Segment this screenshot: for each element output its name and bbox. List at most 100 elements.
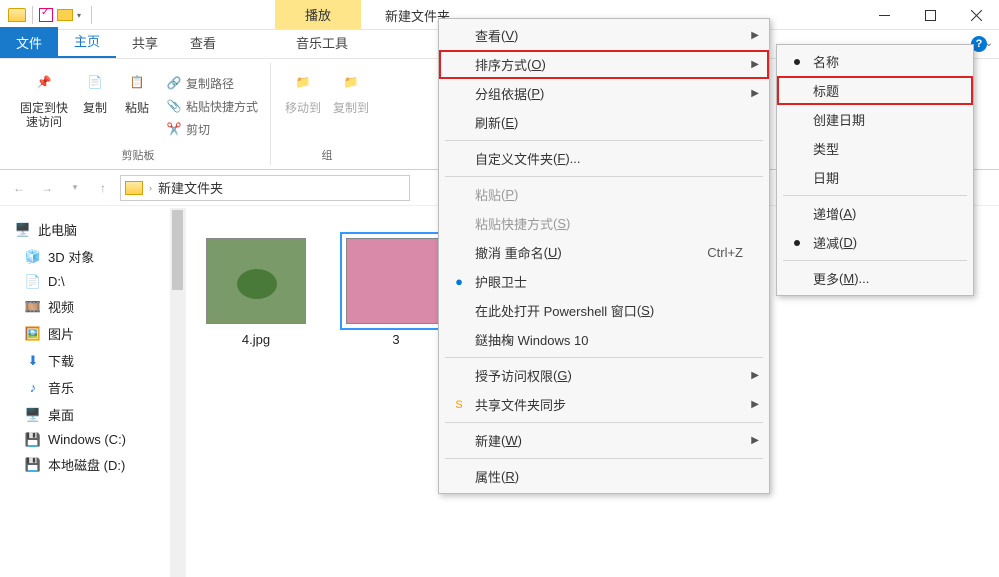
ctx-refresh[interactable]: 刷新(E) (439, 108, 769, 137)
qat-divider2 (91, 6, 92, 24)
paste-button[interactable]: 📋 粘贴 (116, 65, 158, 147)
tree-3d-objects[interactable]: 🧊3D 对象 (4, 243, 166, 270)
context-tab-play[interactable]: 播放 (275, 0, 361, 29)
ctx-undo-rename[interactable]: 撤消 重命名(U)Ctrl+Z (439, 238, 769, 267)
pin-button[interactable]: 📌 固定到快 速访问 (14, 65, 74, 147)
ctx-paste: 粘贴(P) (439, 180, 769, 209)
sidebar-scrollbar[interactable] (170, 208, 186, 577)
ctx-eyeguard[interactable]: ●护眼卫士 (439, 267, 769, 296)
cut-button[interactable]: ✂️剪切 (162, 119, 262, 140)
thumbnail-image (206, 238, 306, 324)
ctx-open-powershell[interactable]: 在此处打开 Powershell 窗口(S) (439, 296, 769, 325)
nav-tree[interactable]: 🖥️ 此电脑 🧊3D 对象 📄D:\ 🎞️视频 🖼️图片 ⬇下载 ♪音乐 🖥️桌… (0, 208, 170, 577)
tree-pictures[interactable]: 🖼️图片 (4, 320, 166, 347)
menu-separator (445, 176, 763, 177)
close-button[interactable] (953, 0, 999, 30)
sort-title[interactable]: 标题 (777, 76, 973, 105)
chevron-right-icon: ▶ (751, 370, 759, 381)
tree-downloads[interactable]: ⬇下载 (4, 347, 166, 374)
tab-home[interactable]: 主页 (58, 25, 116, 58)
sort-date[interactable]: 日期 (777, 163, 973, 192)
copy-icon: 📄 (80, 67, 110, 97)
doc-icon: 📄 (24, 275, 42, 289)
tree-this-pc[interactable]: 🖥️ 此电脑 (4, 216, 166, 243)
address-sep: › (149, 183, 152, 193)
download-icon: ⬇ (24, 354, 42, 368)
chevron-right-icon: ▶ (751, 59, 759, 70)
sort-created[interactable]: 创建日期 (777, 105, 973, 134)
sort-name[interactable]: 名称 (777, 47, 973, 76)
pictures-icon: 🖼️ (24, 327, 42, 341)
new-folder-icon[interactable] (57, 9, 73, 21)
context-submenu-sort: 名称 标题 创建日期 类型 日期 递增(A) 递减(D) 更多(M)... (776, 44, 974, 296)
pin-icon: 📌 (29, 67, 59, 97)
nav-recent-caret[interactable]: ▾ (64, 177, 86, 199)
moveto-button[interactable]: 📁 移动到 (279, 65, 327, 147)
copyto-button[interactable]: 📁 复制到 (327, 65, 375, 147)
maximize-button[interactable] (907, 0, 953, 30)
ctx-grant-access[interactable]: 授予访问权限(G)▶ (439, 361, 769, 390)
tab-share[interactable]: 共享 (116, 27, 174, 58)
ctx-customize-folder[interactable]: 自定义文件夹(F)... (439, 144, 769, 173)
ctx-view[interactable]: 查看(V)▶ (439, 21, 769, 50)
tab-music-tools[interactable]: 音乐工具 (278, 27, 366, 58)
file-name-label: 4.jpg (242, 332, 270, 347)
address-segment[interactable]: 新建文件夹 (158, 178, 223, 197)
file-name-label: 3 (392, 332, 399, 347)
copy-path-button[interactable]: 🔗复制路径 (162, 73, 262, 94)
folder-icon (8, 8, 26, 22)
organize-group-label: 组 (322, 147, 333, 163)
clipboard-group-label: 剪贴板 (122, 147, 155, 163)
file-item[interactable]: 3 (346, 238, 446, 347)
tree-videos[interactable]: 🎞️视频 (4, 293, 166, 320)
ctx-sort-by[interactable]: 排序方式(O)▶ (439, 50, 769, 79)
moveto-icon: 📁 (288, 67, 318, 97)
tree-d-drive[interactable]: 📄D:\ (4, 270, 166, 293)
ctx-windows10[interactable]: 鎹抽椈 Windows 10 (439, 325, 769, 354)
cut-icon: ✂️ (166, 121, 182, 137)
minimize-button[interactable] (861, 0, 907, 30)
menu-separator (783, 195, 967, 196)
music-icon: ♪ (24, 381, 42, 395)
sort-more[interactable]: 更多(M)... (777, 264, 973, 293)
tree-windows-c[interactable]: 💾Windows (C:) (4, 428, 166, 451)
copyto-icon: 📁 (336, 67, 366, 97)
desktop-icon: 🖥️ (24, 408, 42, 422)
address-bar[interactable]: › 新建文件夹 (120, 175, 410, 201)
menu-separator (445, 458, 763, 459)
sort-type[interactable]: 类型 (777, 134, 973, 163)
tree-music[interactable]: ♪音乐 (4, 374, 166, 401)
ctx-properties[interactable]: 属性(R) (439, 462, 769, 491)
ctx-paste-shortcut: 粘贴快捷方式(S) (439, 209, 769, 238)
ctx-new[interactable]: 新建(W)▶ (439, 426, 769, 455)
ctx-share-sync[interactable]: S共享文件夹同步▶ (439, 390, 769, 419)
copy-button[interactable]: 📄 复制 (74, 65, 116, 147)
sync-icon: S (451, 399, 467, 411)
qat-divider (32, 6, 33, 24)
sort-descending[interactable]: 递减(D) (777, 228, 973, 257)
copypath-icon: 🔗 (166, 75, 182, 91)
scrollbar-thumb[interactable] (172, 210, 183, 290)
tree-local-d[interactable]: 💾本地磁盘 (D:) (4, 451, 166, 478)
properties-icon[interactable] (39, 8, 53, 22)
menu-separator (445, 422, 763, 423)
nav-forward-button[interactable]: → (36, 177, 58, 199)
tab-view[interactable]: 查看 (174, 27, 232, 58)
paste-shortcut-button[interactable]: 📎粘贴快捷方式 (162, 96, 262, 117)
tab-file[interactable]: 文件 (0, 27, 58, 58)
sort-ascending[interactable]: 递增(A) (777, 199, 973, 228)
file-item[interactable]: 4.jpg (206, 238, 306, 347)
bullet-icon (794, 240, 800, 246)
nav-back-button[interactable]: ← (8, 177, 30, 199)
qat-dropdown-caret[interactable]: ▾ (77, 11, 85, 19)
nav-up-button[interactable]: ↑ (92, 177, 114, 199)
disk-icon: 💾 (24, 433, 42, 447)
cube-icon: 🧊 (24, 250, 42, 264)
paste-icon: 📋 (122, 67, 152, 97)
chevron-right-icon: ▶ (751, 88, 759, 99)
ctx-group-by[interactable]: 分组依据(P)▶ (439, 79, 769, 108)
tree-desktop[interactable]: 🖥️桌面 (4, 401, 166, 428)
menu-separator (445, 357, 763, 358)
pc-icon: 🖥️ (14, 223, 32, 237)
menu-separator (445, 140, 763, 141)
